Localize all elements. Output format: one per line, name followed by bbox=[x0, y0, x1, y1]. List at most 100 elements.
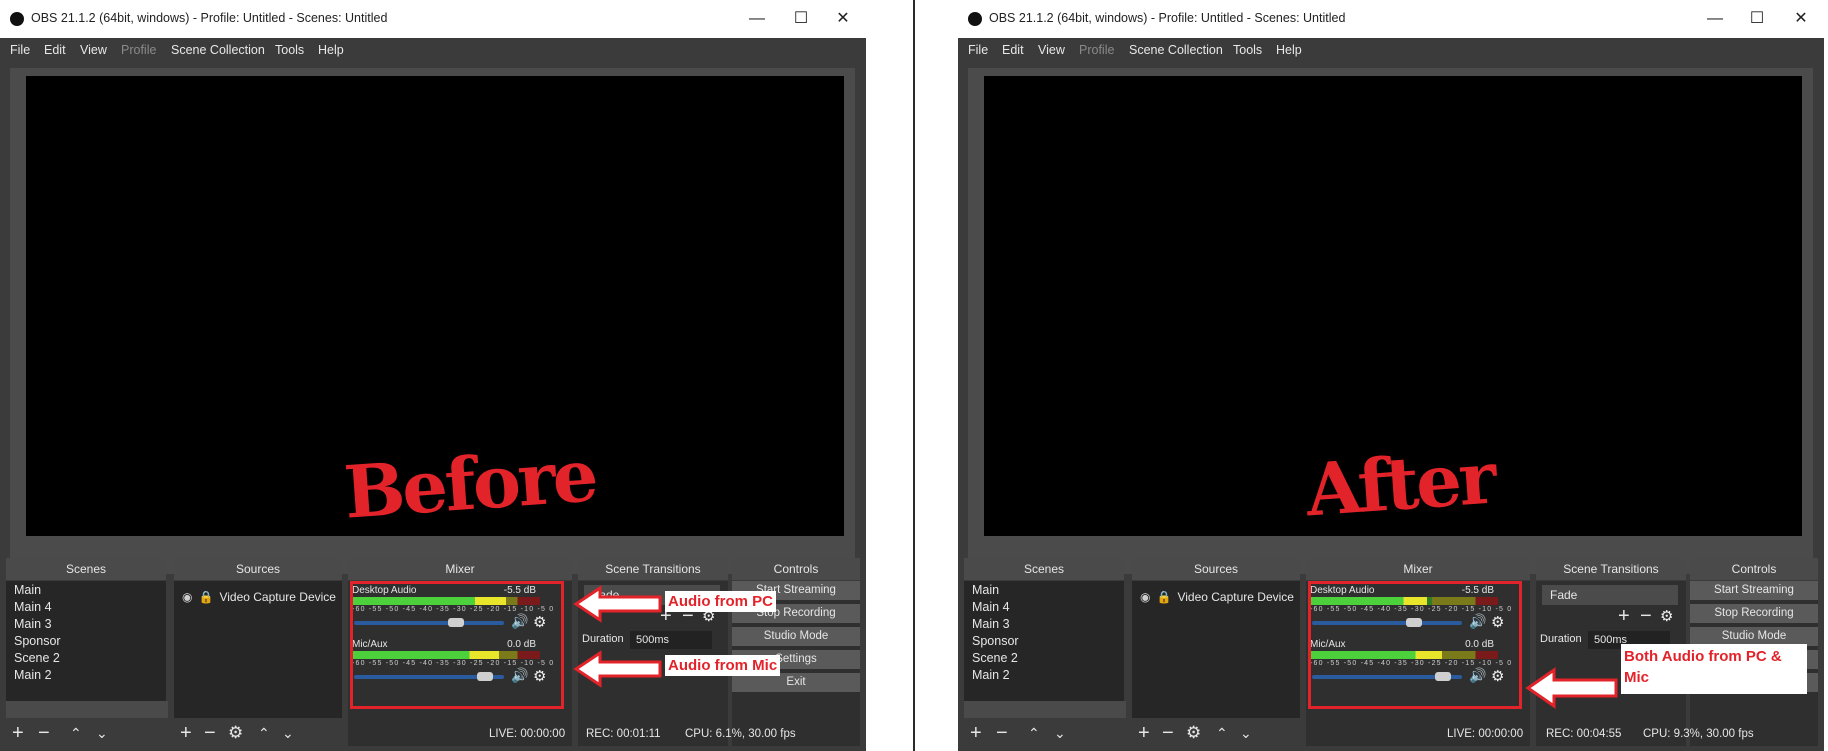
menu-view[interactable]: View bbox=[1038, 43, 1065, 57]
dock-header-sources: Sources bbox=[174, 558, 342, 580]
callout-audio-from-mic: Audio from Mic bbox=[665, 655, 781, 676]
menu-file[interactable]: File bbox=[10, 43, 30, 57]
close-button[interactable]: ✕ bbox=[822, 6, 864, 32]
visibility-eye-icon[interactable]: ◉ bbox=[182, 590, 192, 604]
menu-bar: File Edit View Profile Scene Collection … bbox=[958, 38, 1824, 62]
start-streaming-button[interactable]: Start Streaming bbox=[1690, 581, 1818, 600]
dock-header-scenes: Scenes bbox=[6, 558, 166, 580]
source-name: Video Capture Device bbox=[219, 590, 336, 604]
scene-item[interactable]: Main bbox=[972, 583, 999, 597]
status-live: LIVE: 00:00:00 bbox=[489, 728, 566, 740]
scene-item[interactable]: Main 2 bbox=[972, 668, 1010, 682]
menu-tools[interactable]: Tools bbox=[1233, 43, 1262, 57]
move-down-icon[interactable]: ⌄ bbox=[1240, 720, 1252, 746]
menu-scene-collection[interactable]: Scene Collection bbox=[171, 43, 265, 57]
add-scene-button[interactable]: + bbox=[970, 720, 982, 746]
move-down-icon[interactable]: ⌄ bbox=[282, 720, 294, 746]
scene-item[interactable]: Scene 2 bbox=[14, 651, 60, 665]
add-source-button[interactable]: + bbox=[1138, 720, 1150, 746]
scene-item[interactable]: Sponsor bbox=[972, 634, 1019, 648]
lock-icon[interactable]: 🔒 bbox=[1156, 590, 1171, 604]
add-source-button[interactable]: + bbox=[180, 720, 192, 746]
menu-help[interactable]: Help bbox=[318, 43, 344, 57]
remove-source-button[interactable]: − bbox=[204, 720, 216, 746]
menu-profile[interactable]: Profile bbox=[121, 43, 156, 57]
transition-settings-gear-icon[interactable]: ⚙ bbox=[1660, 607, 1673, 625]
handwritten-annotation: Before bbox=[341, 432, 599, 535]
scene-item[interactable]: Main 4 bbox=[972, 600, 1010, 614]
scene-selection-highlight bbox=[6, 701, 168, 718]
title-bar: OBS 21.1.2 (64bit, windows) - Profile: U… bbox=[0, 0, 866, 38]
scene-item[interactable]: Main 3 bbox=[972, 617, 1010, 631]
move-down-icon[interactable]: ⌄ bbox=[96, 720, 108, 746]
remove-scene-button[interactable]: − bbox=[38, 720, 50, 746]
maximize-button[interactable]: ☐ bbox=[780, 6, 822, 32]
dock-header-transitions: Scene Transitions bbox=[1536, 558, 1686, 580]
scene-item[interactable]: Sponsor bbox=[14, 634, 61, 648]
duration-label: Duration bbox=[582, 633, 624, 645]
dock-header-scenes: Scenes bbox=[964, 558, 1124, 580]
remove-source-button[interactable]: − bbox=[1162, 720, 1174, 746]
menu-bar: File Edit View Profile Scene Collection … bbox=[0, 38, 866, 62]
obs-window-before: OBS 21.1.2 (64bit, windows) - Profile: U… bbox=[0, 0, 866, 751]
source-row[interactable]: ◉ 🔒 Video Capture Device bbox=[182, 590, 336, 604]
menu-help[interactable]: Help bbox=[1276, 43, 1302, 57]
close-button[interactable]: ✕ bbox=[1780, 6, 1822, 32]
scene-item[interactable]: Main bbox=[14, 583, 41, 597]
visibility-eye-icon[interactable]: ◉ bbox=[1140, 590, 1150, 604]
menu-profile[interactable]: Profile bbox=[1079, 43, 1114, 57]
menu-tools[interactable]: Tools bbox=[275, 43, 304, 57]
transition-select[interactable]: Fade bbox=[1542, 585, 1678, 605]
obs-logo-icon bbox=[968, 12, 982, 26]
remove-scene-button[interactable]: − bbox=[996, 720, 1008, 746]
menu-scene-collection[interactable]: Scene Collection bbox=[1129, 43, 1223, 57]
scenes-list: Main Main 4 Main 3 Sponsor Scene 2 Main … bbox=[964, 581, 1126, 718]
scene-item[interactable]: Main 4 bbox=[14, 600, 52, 614]
obs-window-after: OBS 21.1.2 (64bit, windows) - Profile: U… bbox=[958, 0, 1824, 751]
window-title: OBS 21.1.2 (64bit, windows) - Profile: U… bbox=[989, 11, 1346, 25]
scene-selection-highlight bbox=[964, 701, 1126, 718]
title-bar: OBS 21.1.2 (64bit, windows) - Profile: U… bbox=[958, 0, 1824, 38]
status-rec: REC: 00:01:11 bbox=[586, 728, 661, 740]
source-row[interactable]: ◉ 🔒 Video Capture Device bbox=[1140, 590, 1294, 604]
duration-spinbox[interactable]: 500ms bbox=[630, 631, 712, 649]
stop-recording-button[interactable]: Stop Recording bbox=[1690, 604, 1818, 623]
maximize-button[interactable]: ☐ bbox=[1736, 6, 1778, 32]
move-up-icon[interactable]: ⌃ bbox=[1216, 720, 1228, 746]
dock-header-mixer: Mixer bbox=[348, 558, 572, 580]
menu-edit[interactable]: Edit bbox=[44, 43, 66, 57]
move-up-icon[interactable]: ⌃ bbox=[70, 720, 82, 746]
preview-canvas[interactable]: After bbox=[984, 76, 1802, 536]
move-down-icon[interactable]: ⌄ bbox=[1054, 720, 1066, 746]
status-cpu: CPU: 6.1%, 30.00 fps bbox=[685, 728, 796, 740]
arrow-to-mixer bbox=[1525, 667, 1618, 709]
sources-list: ◉ 🔒 Video Capture Device bbox=[174, 581, 342, 718]
source-settings-gear-icon[interactable]: ⚙ bbox=[1186, 720, 1201, 746]
studio-mode-button[interactable]: Studio Mode bbox=[732, 627, 860, 646]
sources-toolbar: + − ⚙ ⌃ ⌄ bbox=[1132, 720, 1300, 746]
scene-item[interactable]: Scene 2 bbox=[972, 651, 1018, 665]
scene-item[interactable]: Main 2 bbox=[14, 668, 52, 682]
dock-header-transitions: Scene Transitions bbox=[578, 558, 728, 580]
scenes-toolbar: + − ⌃ ⌄ bbox=[964, 720, 1124, 746]
source-settings-gear-icon[interactable]: ⚙ bbox=[228, 720, 243, 746]
lock-icon[interactable]: 🔒 bbox=[198, 590, 213, 604]
remove-transition-button[interactable]: − bbox=[1640, 603, 1652, 629]
mixer-highlight-box bbox=[350, 581, 564, 709]
obs-logo-icon bbox=[10, 12, 24, 26]
scene-item[interactable]: Main 3 bbox=[14, 617, 52, 631]
menu-edit[interactable]: Edit bbox=[1002, 43, 1024, 57]
move-up-icon[interactable]: ⌃ bbox=[258, 720, 270, 746]
minimize-button[interactable]: — bbox=[1694, 6, 1736, 32]
obs-client-area: File Edit View Profile Scene Collection … bbox=[958, 38, 1824, 751]
callout-audio-from-pc: Audio from PC bbox=[665, 591, 776, 612]
move-up-icon[interactable]: ⌃ bbox=[1028, 720, 1040, 746]
mixer-highlight-box bbox=[1308, 581, 1522, 709]
preview-canvas[interactable]: Before bbox=[26, 76, 844, 536]
add-scene-button[interactable]: + bbox=[12, 720, 24, 746]
add-transition-button[interactable]: + bbox=[1618, 603, 1630, 629]
menu-view[interactable]: View bbox=[80, 43, 107, 57]
menu-file[interactable]: File bbox=[968, 43, 988, 57]
arrow-to-mic-audio bbox=[573, 650, 662, 688]
minimize-button[interactable]: — bbox=[736, 6, 778, 32]
